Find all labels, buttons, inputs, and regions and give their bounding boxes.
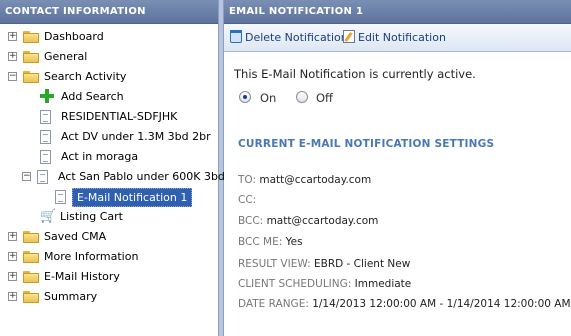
add-icon	[40, 89, 54, 103]
tree-item-listing-cart[interactable]: 🛒 Listing Cart	[0, 207, 218, 227]
tree-item-label: Summary	[44, 290, 98, 303]
radio-on-label: On	[260, 91, 277, 105]
radio-off-label: Off	[316, 91, 333, 105]
folder-open-icon	[23, 71, 39, 83]
field-cc: CC:	[238, 194, 256, 206]
document-icon	[40, 110, 51, 124]
field-bcc-label: BCC:	[238, 215, 264, 227]
expand-icon[interactable]: +	[8, 252, 17, 261]
collapse-icon[interactable]: −	[22, 172, 31, 181]
field-bcc-me-value: Yes	[285, 236, 303, 248]
field-date-range-label: DATE RANGE:	[238, 298, 309, 310]
field-to-value: matt@ccartoday.com	[259, 174, 372, 186]
tree-item-label: RESIDENTIAL-SDFJHK	[61, 110, 178, 123]
tree-item-summary[interactable]: + Summary	[0, 287, 218, 307]
field-bcc-me: BCC ME: Yes	[238, 236, 303, 248]
tree-item-label: Act in moraga	[61, 150, 139, 163]
tree-item-label: Dashboard	[44, 30, 104, 43]
field-bcc-value: matt@ccartoday.com	[266, 215, 379, 227]
tree-item-act-san-pablo[interactable]: − Act San Pablo under 600K 3bd	[0, 167, 225, 187]
tree-item-label: Act DV under 1.3M 3bd 2br	[61, 130, 211, 143]
folder-icon	[23, 251, 39, 263]
field-bcc-me-label: BCC ME:	[238, 236, 283, 248]
document-icon	[40, 130, 51, 144]
field-client-scheduling-label: CLIENT SCHEDULING:	[238, 278, 352, 290]
folder-icon	[23, 51, 39, 63]
tree-item-residential[interactable]: RESIDENTIAL-SDFJHK	[0, 107, 218, 127]
collapse-icon[interactable]: −	[8, 72, 17, 81]
tree-item-label: Add Search	[61, 90, 124, 103]
edit-icon	[343, 30, 355, 43]
tree-item-dashboard[interactable]: + Dashboard	[0, 27, 218, 47]
radio-on[interactable]: On	[239, 91, 299, 105]
settings-section-title: CURRENT E-MAIL NOTIFICATION SETTINGS	[238, 138, 495, 150]
tree-item-label: General	[44, 50, 88, 63]
tree-item-act-moraga[interactable]: Act in moraga	[0, 147, 218, 167]
notification-toolbar: Delete Notification Edit Notification	[224, 24, 571, 52]
tree-item-saved-cma[interactable]: + Saved CMA	[0, 227, 218, 247]
field-date-range-value: 1/14/2013 12:00:00 AM - 1/14/2014 12:00:…	[312, 298, 571, 310]
tree-item-label: Listing Cart	[60, 210, 123, 223]
document-icon	[37, 170, 48, 184]
contact-tree: + Dashboard + General − Search Activity …	[0, 24, 225, 336]
field-client-scheduling: CLIENT SCHEDULING: Immediate	[238, 278, 411, 290]
document-icon	[55, 190, 66, 204]
expand-icon[interactable]: +	[8, 52, 17, 61]
field-to-label: TO:	[238, 174, 257, 186]
tree-item-label: Search Activity	[44, 70, 127, 83]
field-result-view-label: RESULT VIEW:	[238, 258, 311, 270]
tree-item-add-search[interactable]: Add Search	[0, 87, 218, 107]
trash-icon	[230, 30, 242, 43]
tree-item-label: E-Mail History	[44, 270, 120, 283]
email-notification-header: EMAIL NOTIFICATION 1	[224, 0, 571, 24]
edit-notification-button[interactable]: Edit Notification	[343, 29, 446, 47]
folder-icon	[23, 291, 39, 303]
tree-item-label: Act San Pablo under 600K 3bd	[58, 170, 225, 183]
contact-information-header: CONTACT INFORMATION	[0, 0, 218, 24]
tree-item-act-dv[interactable]: Act DV under 1.3M 3bd 2br	[0, 127, 218, 147]
radio-off[interactable]: Off	[296, 91, 356, 105]
tree-item-general[interactable]: + General	[0, 47, 218, 67]
folder-icon	[23, 231, 39, 243]
field-result-view-value: EBRD - Client New	[314, 258, 411, 270]
expand-icon[interactable]: +	[8, 272, 17, 281]
tree-item-label: Saved CMA	[44, 230, 107, 243]
expand-icon[interactable]: +	[8, 232, 17, 241]
radio-off-button[interactable]	[296, 91, 308, 103]
expand-icon[interactable]: +	[8, 32, 17, 41]
notification-details: This E-Mail Notification is currently ac…	[224, 52, 571, 336]
field-bcc: BCC: matt@ccartoday.com	[238, 215, 378, 227]
field-cc-label: CC:	[238, 194, 257, 206]
tree-item-email-history[interactable]: + E-Mail History	[0, 267, 218, 287]
tree-item-search-activity[interactable]: − Search Activity	[0, 67, 218, 87]
field-date-range: DATE RANGE: 1/14/2013 12:00:00 AM - 1/14…	[238, 298, 571, 310]
tree-item-email-notification[interactable]: E-Mail Notification 1	[0, 187, 218, 207]
radio-on-button[interactable]	[239, 91, 251, 103]
tree-item-more-information[interactable]: + More Information	[0, 247, 218, 267]
field-result-view: RESULT VIEW: EBRD - Client New	[238, 258, 410, 270]
edit-notification-label: Edit Notification	[358, 31, 446, 44]
field-client-scheduling-value: Immediate	[354, 278, 412, 290]
delete-notification-label: Delete Notification	[245, 31, 348, 44]
folder-icon	[23, 31, 39, 43]
document-icon	[40, 150, 51, 164]
expand-icon[interactable]: +	[8, 292, 17, 301]
cart-icon: 🛒	[40, 209, 57, 224]
status-text: This E-Mail Notification is currently ac…	[234, 67, 476, 81]
field-to: TO: matt@ccartoday.com	[238, 174, 371, 186]
tree-item-label: More Information	[44, 250, 139, 263]
tree-item-label-selected: E-Mail Notification 1	[72, 188, 193, 207]
delete-notification-button[interactable]: Delete Notification	[230, 29, 348, 47]
folder-icon	[23, 271, 39, 283]
